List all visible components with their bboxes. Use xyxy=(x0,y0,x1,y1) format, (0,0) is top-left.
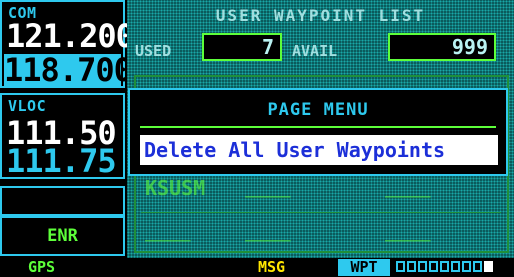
com-standby-frequency[interactable]: 118.700 xyxy=(4,54,133,86)
vloc-radio-window[interactable]: VLOC 111.50 111.75 xyxy=(0,93,125,179)
row-divider xyxy=(141,212,501,213)
waypoint-field: ______ xyxy=(385,226,431,242)
nav-source-annunciator: GPS xyxy=(28,258,56,276)
page-box xyxy=(440,261,449,272)
page-box xyxy=(462,261,471,272)
cdi-mode-window: ENR xyxy=(0,216,125,256)
page-box xyxy=(396,261,405,272)
vloc-label: VLOC xyxy=(8,97,47,115)
radio-blank-window xyxy=(0,186,125,216)
avail-count: 999 xyxy=(388,33,496,61)
page-menu-title: PAGE MENU xyxy=(267,100,369,120)
message-annunciator[interactable]: MSG xyxy=(258,259,285,276)
avail-label: AVAIL xyxy=(292,42,338,60)
menu-divider xyxy=(140,126,496,128)
waypoint-name: KSUSM xyxy=(145,176,206,200)
used-label: USED xyxy=(135,42,172,60)
page-box xyxy=(484,261,493,272)
used-count: 7 xyxy=(202,33,282,61)
page-box xyxy=(429,261,438,272)
com-radio-window[interactable]: COM 121.200 118.700 xyxy=(0,0,135,88)
waypoint-field: ______ xyxy=(385,182,431,198)
vloc-standby-frequency[interactable]: 111.75 xyxy=(4,145,123,177)
waypoint-field: ______ xyxy=(245,226,291,242)
cdi-mode-label: ENR xyxy=(47,226,78,246)
page-group-indicator: WPT xyxy=(338,259,390,276)
page-box xyxy=(418,261,427,272)
page-box xyxy=(451,261,460,272)
waypoint-name: ______ xyxy=(145,226,191,242)
page-position-indicator xyxy=(396,261,493,272)
page-box xyxy=(407,261,416,272)
annunciator-bar: GPS MSG WPT xyxy=(0,258,514,277)
waypoint-row[interactable]: ______ ______ ______ xyxy=(141,220,501,254)
delete-all-user-waypoints-option[interactable]: Delete All User Waypoints xyxy=(140,135,498,165)
waypoint-row[interactable]: KSUSM ______ ______ xyxy=(141,176,501,210)
page-title: USER WAYPOINT LIST xyxy=(215,6,426,25)
page-box xyxy=(473,261,482,272)
com-active-frequency: 121.200 xyxy=(6,17,135,55)
waypoint-field: ______ xyxy=(245,182,291,198)
page-menu-popup: PAGE MENU Delete All User Waypoints xyxy=(128,88,508,176)
radio-panel: COM 121.200 118.700 VLOC 111.50 111.75 E… xyxy=(0,0,135,258)
